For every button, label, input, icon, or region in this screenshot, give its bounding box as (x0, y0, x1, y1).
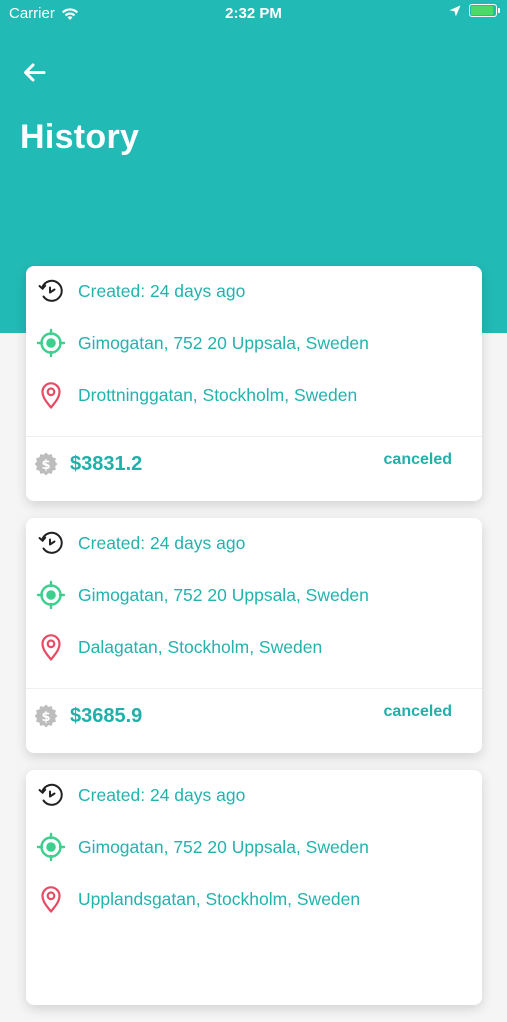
created-text: Created: 24 days ago (78, 280, 246, 301)
map-pin-icon (36, 632, 66, 662)
crosshair-target-icon (36, 580, 66, 610)
created-row: Created: 24 days ago (36, 527, 472, 559)
origin-row: Gimogatan, 752 20 Uppsala, Sweden (36, 327, 472, 359)
svg-text:$: $ (41, 458, 50, 473)
destination-row: Dalagatan, Stockholm, Sweden (36, 631, 472, 663)
destination-address: Dalagatan, Stockholm, Sweden (78, 636, 323, 657)
back-button[interactable] (18, 56, 52, 90)
battery-icon (469, 4, 500, 17)
clock-history-icon (36, 528, 66, 558)
origin-address: Gimogatan, 752 20 Uppsala, Sweden (78, 836, 369, 857)
origin-row: Gimogatan, 752 20 Uppsala, Sweden (36, 579, 472, 611)
status-bar: Carrier 2:32 PM (0, 0, 507, 28)
card-divider (26, 688, 482, 689)
destination-address: Drottninggatan, Stockholm, Sweden (78, 384, 358, 405)
trip-card[interactable]: Created: 24 days ago Gimogatan, 752 20 U… (26, 770, 482, 1005)
card-footer: $ $3831.2 canceled (32, 447, 452, 481)
card-divider (26, 436, 482, 437)
trip-status: canceled (383, 703, 452, 720)
status-time: 2:32 PM (225, 5, 282, 22)
origin-row: Gimogatan, 752 20 Uppsala, Sweden (36, 831, 472, 863)
trip-price: $3685.9 (70, 704, 143, 727)
crosshair-target-icon (36, 328, 66, 358)
created-row: Created: 24 days ago (36, 275, 472, 307)
page-title: History (20, 118, 140, 156)
map-pin-icon (36, 884, 66, 914)
created-row: Created: 24 days ago (36, 779, 472, 811)
location-arrow-icon (449, 5, 461, 16)
status-right (449, 4, 500, 17)
destination-row: Drottninggatan, Stockholm, Sweden (36, 379, 472, 411)
clock-history-icon (36, 276, 66, 306)
dollar-coin-icon: $ (34, 704, 58, 728)
svg-text:$: $ (41, 710, 50, 725)
origin-address: Gimogatan, 752 20 Uppsala, Sweden (78, 332, 369, 353)
created-text: Created: 24 days ago (78, 532, 246, 553)
trip-card[interactable]: Created: 24 days ago Gimogatan, 752 20 U… (26, 266, 482, 501)
destination-row: Upplandsgatan, Stockholm, Sweden (36, 883, 472, 915)
trip-card[interactable]: Created: 24 days ago Gimogatan, 752 20 U… (26, 518, 482, 753)
destination-address: Upplandsgatan, Stockholm, Sweden (78, 888, 361, 909)
clock-history-icon (36, 780, 66, 810)
arrow-left-icon (24, 63, 46, 82)
trip-price: $3831.2 (70, 452, 143, 475)
created-text: Created: 24 days ago (78, 784, 246, 805)
crosshair-target-icon (36, 832, 66, 862)
dollar-coin-icon: $ (34, 452, 58, 476)
origin-address: Gimogatan, 752 20 Uppsala, Sweden (78, 584, 369, 605)
trip-status: canceled (383, 451, 452, 468)
card-footer: $ $3685.9 canceled (32, 699, 452, 733)
trip-history-list: Created: 24 days ago Gimogatan, 752 20 U… (26, 266, 482, 1022)
map-pin-icon (36, 380, 66, 410)
